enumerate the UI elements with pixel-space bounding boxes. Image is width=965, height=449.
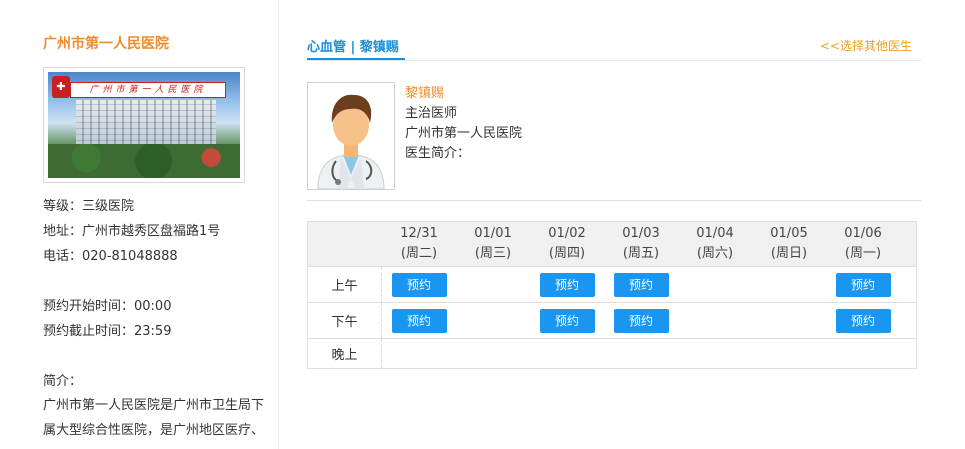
doctor-title: 主治医师 <box>405 106 458 121</box>
schedule-slot <box>752 303 826 338</box>
schedule-day-date: 12/31 <box>400 226 438 241</box>
schedule-slot <box>678 303 752 338</box>
schedule-day-weekday: (周三) <box>474 246 512 261</box>
schedule-row: 上午 预约 预约 预约 预约 <box>308 266 916 302</box>
hospital-intro-label: 简介： <box>43 374 83 389</box>
schedule-day-date: 01/04 <box>696 226 734 241</box>
schedule-period-label: 晚上 <box>308 339 382 368</box>
doctor-intro-label: 医生简介： <box>405 146 471 161</box>
hospital-panel: 广州市第一人民医院 ✚ 广州市第一人民医院 等级：三级医院 地址：广州市越秀区盘… <box>0 0 278 449</box>
hospital-level: 等级：三级医院 <box>43 199 135 214</box>
doctor-name: 黎镇赐 <box>405 86 445 101</box>
schedule-day-header: 01/06 (周一) <box>826 222 900 266</box>
schedule-slot <box>456 267 530 302</box>
schedule-day-header: 01/05 (周日) <box>752 222 826 266</box>
choose-other-doctor-link[interactable]: <<选择其他医生 <box>820 37 912 54</box>
schedule-day-weekday: (周六) <box>696 246 734 261</box>
book-appointment-button[interactable]: 预约 <box>613 272 669 297</box>
doctor-avatar-icon <box>317 94 385 190</box>
schedule-slot <box>826 339 900 368</box>
booking-end-time: 预约截止时间：23:59 <box>43 324 172 339</box>
book-appointment-button[interactable]: 预约 <box>539 308 595 333</box>
schedule-slot: 预约 <box>604 267 678 302</box>
schedule-header-row: 12/31 (周二) 01/01 (周三) 01/02 (周四) 01/03 (周五) 01/0… <box>308 222 916 266</box>
schedule-day-weekday: (周一) <box>844 246 882 261</box>
schedule-period-label: 下午 <box>308 303 382 338</box>
schedule-slot <box>678 267 752 302</box>
schedule-slot: 预约 <box>382 303 456 338</box>
book-appointment-button[interactable]: 预约 <box>835 308 891 333</box>
schedule-day-header: 12/31 (周二) <box>382 222 456 266</box>
hospital-photo: ✚ 广州市第一人民医院 <box>43 67 245 183</box>
schedule-slot <box>456 339 530 368</box>
schedule-slot: 预约 <box>604 303 678 338</box>
hospital-intro-text: 广州市第一人民医院是广州市卫生局下属大型综合性医院，是广州地区医疗、 <box>43 398 265 438</box>
book-appointment-button[interactable]: 预约 <box>835 272 891 297</box>
hospital-photo-banner: 广州市第一人民医院 <box>70 82 226 98</box>
schedule-day-weekday: (周日) <box>770 246 808 261</box>
book-appointment-button[interactable]: 预约 <box>391 272 447 297</box>
schedule-day-header: 01/03 (周五) <box>604 222 678 266</box>
schedule-slot: 预约 <box>826 267 900 302</box>
hospital-phone: 电话：020-81048888 <box>43 249 178 264</box>
booking-start-time: 预约开始时间：00:00 <box>43 299 172 314</box>
schedule-row: 下午 预约 预约 预约 预约 <box>308 302 916 338</box>
schedule-day-date: 01/01 <box>474 226 512 241</box>
schedule-slot: 预约 <box>530 303 604 338</box>
schedule-day-date: 01/06 <box>844 226 882 241</box>
schedule-slot: 预约 <box>530 267 604 302</box>
doctor-panel: 心血管 | 黎镇赐 <<选择其他医生 黎镇赐 主治医师 广州市第一人民医院 医生… <box>279 0 965 449</box>
schedule-corner-cell <box>308 222 382 266</box>
schedule-day-date: 01/05 <box>770 226 808 241</box>
schedule-period-label: 上午 <box>308 267 382 302</box>
schedule-slot: 预约 <box>826 303 900 338</box>
schedule-slot: 预约 <box>382 267 456 302</box>
page-title: 心血管 | 黎镇赐 <box>307 40 399 55</box>
schedule-slot <box>752 267 826 302</box>
doctor-hospital: 广州市第一人民医院 <box>405 126 523 141</box>
book-appointment-button[interactable]: 预约 <box>391 308 447 333</box>
hospital-address: 地址：广州市越秀区盘福路1号 <box>43 224 221 239</box>
schedule-day-header: 01/04 (周六) <box>678 222 752 266</box>
schedule-day-header: 01/01 (周三) <box>456 222 530 266</box>
schedule-day-weekday: (周四) <box>548 246 586 261</box>
schedule-day-weekday: (周二) <box>400 246 438 261</box>
schedule-table: 12/31 (周二) 01/01 (周三) 01/02 (周四) 01/03 (周五) 01/0… <box>307 221 917 369</box>
hospital-logo-icon: ✚ <box>52 76 70 98</box>
book-appointment-button[interactable]: 预约 <box>539 272 595 297</box>
schedule-day-date: 01/03 <box>622 226 660 241</box>
schedule-row: 晚上 <box>308 338 916 368</box>
header-divider <box>307 60 921 61</box>
doctor-avatar <box>307 82 395 190</box>
schedule-day-date: 01/02 <box>548 226 586 241</box>
schedule-slot <box>604 339 678 368</box>
schedule-day-header: 01/02 (周四) <box>530 222 604 266</box>
schedule-slot <box>382 339 456 368</box>
schedule-day-weekday: (周五) <box>622 246 660 261</box>
schedule-slot <box>530 339 604 368</box>
schedule-slot <box>752 339 826 368</box>
hospital-name: 广州市第一人民医院 <box>43 36 169 52</box>
schedule-slot <box>456 303 530 338</box>
section-divider <box>307 200 921 201</box>
book-appointment-button[interactable]: 预约 <box>613 308 669 333</box>
schedule-slot <box>678 339 752 368</box>
